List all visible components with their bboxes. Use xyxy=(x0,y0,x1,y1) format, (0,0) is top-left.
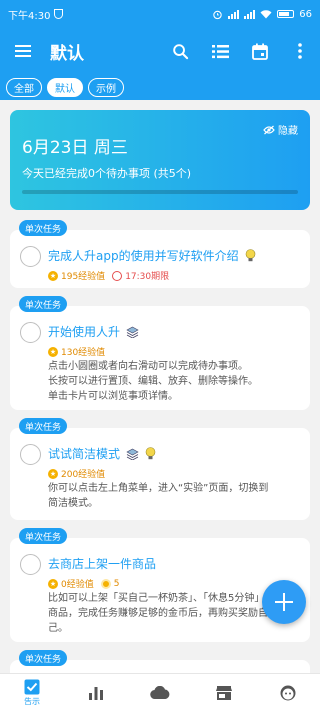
lightbulb-icon xyxy=(145,447,156,460)
xp-value: 0经验值 xyxy=(61,580,94,590)
cloud-icon xyxy=(150,686,170,699)
description-line: 单击卡片可以浏览事项详情。 xyxy=(48,391,178,402)
list-view-button[interactable] xyxy=(200,31,240,71)
task-card[interactable]: 试试简洁模式 ★ 200经验值 你可以点击左上角菜单，进入“实验”页面，切换到 简… xyxy=(10,428,310,520)
signal-icon xyxy=(228,9,240,19)
eye-off-icon xyxy=(263,125,275,134)
lightbulb-icon xyxy=(245,249,255,262)
task-type-tag: 单次任务 xyxy=(19,650,68,666)
shield-icon xyxy=(54,9,64,19)
app-bar: 默认 xyxy=(0,28,320,74)
filter-chip-default[interactable]: 默认 xyxy=(47,77,83,97)
clock-icon xyxy=(112,270,123,281)
description-line: 简洁模式。 xyxy=(48,498,98,509)
xp-value: 200经验值 xyxy=(61,470,106,480)
task-title: 完成人升app的使用并写好软件介绍 xyxy=(48,249,239,263)
filter-chips: 全部 默认 示例 xyxy=(0,74,320,100)
task-description: 比如可以上架「买自己一杯奶茶」、「休息5分钟」 商品，完成任务赚够足够的金币后，… xyxy=(48,591,298,636)
description-line: 你可以点击左上角菜单，进入“实验”页面，切换到 xyxy=(48,483,269,494)
xp-value: 130经验值 xyxy=(61,348,106,358)
task-type-tag: 单次任务 xyxy=(19,528,68,544)
task-type-tag: 单次任务 xyxy=(19,220,68,236)
face-icon xyxy=(280,685,296,700)
progress-bar xyxy=(22,190,298,194)
xp-badge: ★ 195经验值 xyxy=(48,269,105,282)
task-title: 试试简洁模式 xyxy=(48,447,121,461)
task-card[interactable]: 开始使用人升 ★ 130经验值 点击小圆圈或者向右滑动可以完成待办事项。 长按可以… xyxy=(10,306,310,410)
xp-badge: ★ 0经验值 xyxy=(48,577,94,590)
more-options-button[interactable] xyxy=(280,31,320,71)
task-title: 开始使用人升 xyxy=(48,325,121,339)
star-icon: ★ xyxy=(48,270,58,281)
task-card[interactable]: 完成人升app的使用并写好软件介绍 ★ 195经验值 17:30期限 xyxy=(10,230,310,288)
complete-checkbox[interactable] xyxy=(20,246,41,267)
star-icon: ★ xyxy=(48,468,58,479)
filter-chip-all[interactable]: 全部 xyxy=(6,77,42,97)
wifi-icon xyxy=(260,10,272,19)
xp-value: 195经验值 xyxy=(61,272,106,282)
signal-icon-2 xyxy=(244,9,256,19)
xp-badge: ★ 200经验值 xyxy=(48,467,105,480)
summary-card: 隐藏 6月23日 周三 今天已经完成0个待办事项 (共5个) xyxy=(10,110,310,210)
status-bar: 下午4:30 66 xyxy=(0,0,320,28)
due-value: 17:30期限 xyxy=(125,272,170,282)
bar-chart-icon xyxy=(89,686,103,700)
nav-item-store[interactable] xyxy=(192,674,256,711)
task-title: 去商店上架一件商品 xyxy=(48,557,157,571)
filter-chip-example[interactable]: 示例 xyxy=(88,77,124,97)
description-line: 比如可以上架「买自己一杯奶茶」、「休息5分钟」 xyxy=(48,593,265,604)
star-icon: ★ xyxy=(48,578,58,589)
layers-icon xyxy=(126,326,139,338)
task-description: 你可以点击左上角菜单，进入“实验”页面，切换到 简洁模式。 xyxy=(48,481,298,511)
more-vert-icon xyxy=(298,43,302,59)
battery-level: 66 xyxy=(299,8,312,20)
alarm-icon xyxy=(213,10,222,19)
battery-icon xyxy=(277,10,295,18)
nav-item-profile[interactable] xyxy=(256,674,320,711)
hide-label: 隐藏 xyxy=(278,126,298,137)
add-task-button[interactable] xyxy=(262,580,306,624)
layers-icon xyxy=(126,448,139,460)
due-badge: 17:30期限 xyxy=(112,269,169,282)
status-time: 下午4:30 xyxy=(8,10,51,22)
nav-item-notice[interactable]: 告示 xyxy=(0,674,64,711)
task-type-tag: 单次任务 xyxy=(19,296,68,312)
hide-button[interactable]: 隐藏 xyxy=(263,122,298,137)
checkbox-icon xyxy=(24,679,40,694)
description-line: 点击小圆圈或者向右滑动可以完成待办事项。 xyxy=(48,361,248,372)
task-description: 点击小圆圈或者向右滑动可以完成待办事项。 长按可以进行置顶、编辑、放弃、删除等操… xyxy=(48,359,298,404)
menu-icon[interactable] xyxy=(0,45,46,57)
calendar-button[interactable] xyxy=(240,31,280,71)
bottom-nav: 告示 xyxy=(0,673,320,711)
store-icon xyxy=(216,685,232,700)
search-button[interactable] xyxy=(160,31,200,71)
nav-item-cloud[interactable] xyxy=(128,674,192,711)
summary-date: 6月23日 周三 xyxy=(22,138,128,158)
description-line: 商品，完成任务赚够足够的金币后，再购买奖励自 xyxy=(48,608,268,619)
xp-badge: ★ 130经验值 xyxy=(48,345,105,358)
calendar-icon xyxy=(252,43,268,60)
nav-label-notice: 告示 xyxy=(24,696,40,706)
coin-icon xyxy=(100,578,111,589)
complete-checkbox[interactable] xyxy=(20,444,41,465)
list-icon xyxy=(211,44,229,58)
complete-checkbox[interactable] xyxy=(20,554,41,575)
description-line: 长按可以进行置顶、编辑、放弃、删除等操作。 xyxy=(48,376,258,387)
complete-checkbox[interactable] xyxy=(20,322,41,343)
nav-item-stats[interactable] xyxy=(64,674,128,711)
summary-note: 今天已经完成0个待办事项 (共5个) xyxy=(22,167,192,180)
page-title: 默认 xyxy=(50,43,84,64)
coin-badge: 5 xyxy=(100,578,120,589)
search-icon xyxy=(172,43,188,59)
coin-value: 5 xyxy=(113,578,120,589)
task-type-tag: 单次任务 xyxy=(19,418,68,434)
star-icon: ★ xyxy=(48,346,58,357)
description-line: 己。 xyxy=(48,623,68,634)
